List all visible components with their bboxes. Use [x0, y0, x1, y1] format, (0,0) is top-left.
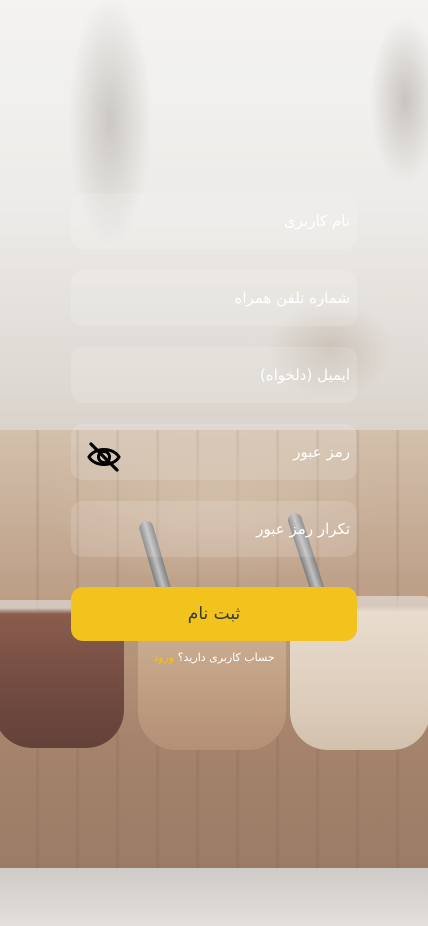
login-question: حساب کاربری دارید؟ — [177, 651, 275, 664]
password-confirm-field — [71, 501, 357, 557]
login-prompt: حساب کاربری دارید؟ ورود — [0, 651, 428, 664]
phone-input[interactable] — [71, 270, 357, 326]
signup-form — [71, 193, 357, 578]
username-input[interactable] — [71, 193, 357, 249]
eye-off-icon[interactable] — [86, 442, 122, 472]
signup-button[interactable]: ثبت نام — [71, 587, 357, 641]
phone-field — [71, 270, 357, 326]
username-field — [71, 193, 357, 249]
password-confirm-input[interactable] — [71, 501, 357, 557]
email-input[interactable] — [71, 347, 357, 403]
password-field — [71, 424, 357, 480]
login-link[interactable]: ورود — [153, 651, 174, 664]
email-field — [71, 347, 357, 403]
